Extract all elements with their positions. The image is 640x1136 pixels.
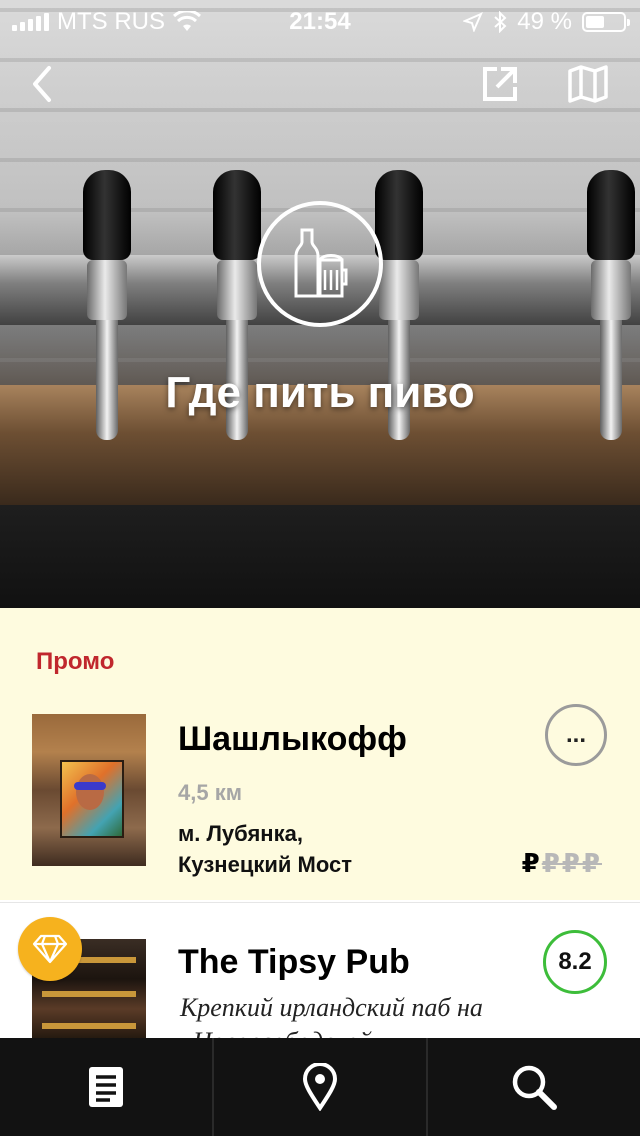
chevron-left-icon	[33, 66, 51, 102]
place-name[interactable]: The Tipsy Pub	[178, 943, 410, 982]
battery-percent: 49 %	[517, 8, 572, 35]
page-title: Где пить пиво	[165, 368, 475, 417]
beer-bottle-icon	[294, 228, 348, 298]
hero-bg-floor	[0, 505, 640, 608]
tab-bar	[0, 1038, 640, 1136]
category-badge	[257, 201, 383, 327]
map-button[interactable]	[562, 58, 614, 110]
status-bar: MTS RUS 21:54 49 %	[0, 0, 640, 40]
map-icon	[568, 65, 608, 103]
price-level: ₽₽₽₽	[522, 848, 602, 879]
price-active: ₽	[521, 848, 542, 878]
bluetooth-icon	[494, 11, 507, 33]
address-line: Кузнецкий Мост	[178, 852, 353, 877]
tab-search[interactable]	[426, 1038, 640, 1136]
place-thumbnail[interactable]	[32, 714, 146, 866]
more-options-button[interactable]: ...	[545, 704, 607, 766]
tab-list[interactable]	[0, 1038, 212, 1136]
address-line: м. Лубянка,	[178, 821, 303, 846]
list-document-icon	[89, 1067, 123, 1107]
place-description: Крепкий ирландский паб на	[180, 993, 483, 1022]
list-item[interactable]: The Tipsy Pub 8.2 Крепкий ирландский паб…	[0, 902, 640, 1056]
place-name[interactable]: Шашлыкофф	[178, 720, 407, 759]
place-distance: 4,5 км	[178, 780, 242, 805]
back-button[interactable]	[16, 58, 68, 110]
place-address: м. Лубянка, Кузнецкий Мост	[178, 818, 352, 880]
price-inactive: ₽₽₽	[541, 848, 602, 878]
share-external-icon	[483, 67, 517, 101]
battery-icon	[582, 12, 630, 32]
location-pin-icon	[302, 1063, 338, 1111]
diamond-icon	[32, 934, 68, 964]
tab-map[interactable]	[212, 1038, 426, 1136]
hero-banner: MTS RUS 21:54 49 % Где пить пиво	[0, 0, 640, 608]
battery-level	[586, 16, 604, 28]
share-button[interactable]	[474, 58, 526, 110]
rating-badge: 8.2	[543, 930, 607, 994]
promo-label: Промо	[36, 648, 115, 675]
premium-badge	[18, 917, 82, 981]
promo-section[interactable]: Промо Шашлыкофф 4,5 км м. Лубянка, Кузне…	[0, 608, 640, 900]
search-icon	[512, 1065, 557, 1110]
location-arrow-icon	[463, 12, 484, 32]
